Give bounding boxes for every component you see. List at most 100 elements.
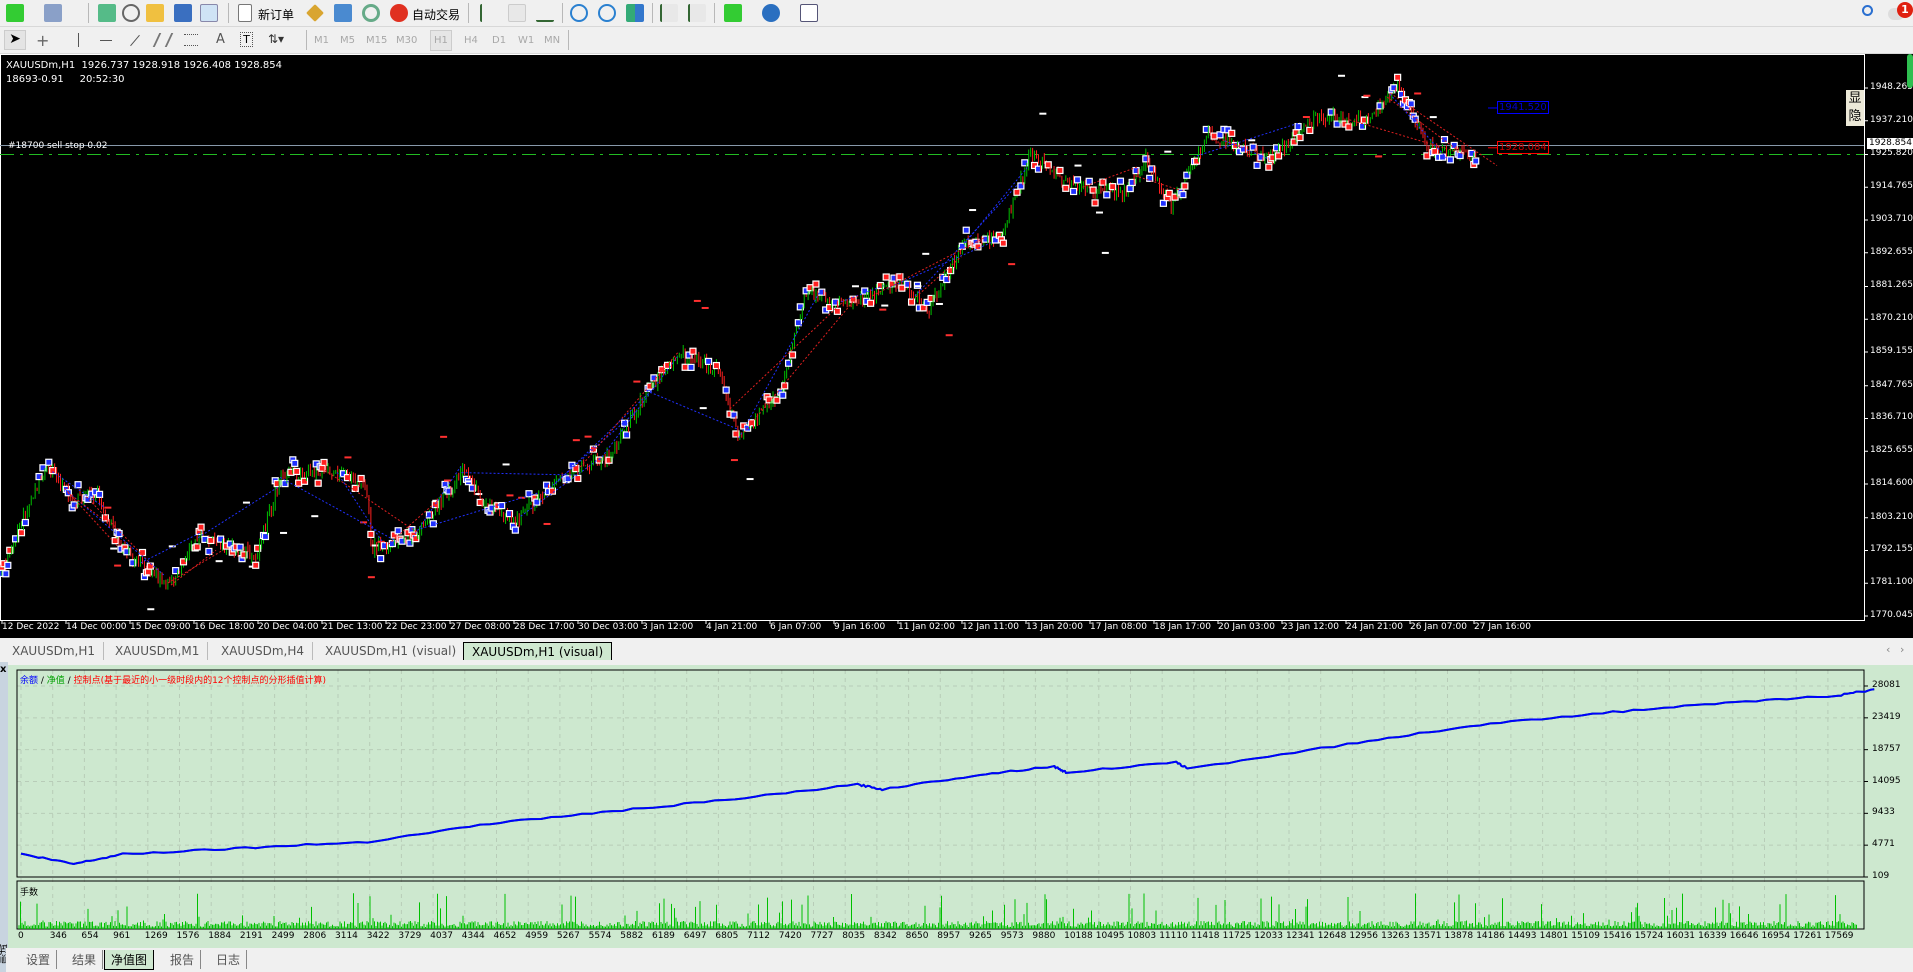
- terminal-icon[interactable]: [174, 4, 192, 22]
- timeframe-m5[interactable]: M5: [340, 35, 355, 46]
- time-axis-label: 27 Jan 16:00: [1474, 622, 1531, 632]
- text-icon[interactable]: A: [216, 32, 225, 47]
- timeframe-mn[interactable]: MN: [544, 35, 560, 46]
- equidistant-channel-icon[interactable]: [152, 33, 174, 47]
- timeframe-h4[interactable]: H4: [464, 35, 478, 46]
- price-chart[interactable]: XAUUSDm,H1 1926.737 1928.918 1926.408 19…: [0, 54, 1913, 638]
- vps-icon[interactable]: [334, 4, 352, 22]
- equity-x-label: 8342: [873, 931, 897, 941]
- pending-order-mark: [1248, 139, 1256, 142]
- new-chart-icon[interactable]: [6, 4, 24, 22]
- pending-order-mark: [440, 435, 448, 438]
- time-axis-label: 13 Jan 20:00: [1026, 622, 1083, 632]
- bar-chart-icon[interactable]: [480, 4, 498, 22]
- show-button[interactable]: 显: [1846, 90, 1864, 108]
- timeframe-m15[interactable]: M15: [366, 35, 387, 46]
- equity-x-label: 7727: [810, 931, 834, 941]
- buy-marker: [794, 319, 802, 327]
- tab-equity-graph[interactable]: 净值图: [104, 950, 155, 970]
- text-label-icon[interactable]: T: [240, 32, 253, 47]
- equity-x-label: 2806: [303, 931, 327, 941]
- tab-xauusdm-h4[interactable]: XAUUSDm,H4: [213, 642, 314, 660]
- new-order-button[interactable]: 新订单: [258, 6, 294, 23]
- zoom-out-icon[interactable]: [598, 4, 616, 22]
- line-chart-icon[interactable]: [536, 4, 554, 22]
- new-order-icon[interactable]: [238, 4, 252, 22]
- tab-xauusdm-h1-visual-active[interactable]: XAUUSDm,H1 (visual): [463, 642, 613, 660]
- auto-trading-button[interactable]: 自动交易: [412, 6, 460, 23]
- trade-line: [461, 472, 576, 476]
- pending-order-mark: [110, 547, 118, 550]
- tab-xauusdm-m1[interactable]: XAUUSDm,M1: [107, 642, 209, 660]
- indicators-icon[interactable]: [724, 4, 742, 22]
- market-watch-icon[interactable]: [98, 4, 116, 22]
- timeframe-m1[interactable]: M1: [314, 35, 329, 46]
- templates-icon[interactable]: [800, 4, 818, 22]
- metaeditor-icon[interactable]: [306, 4, 324, 22]
- tabs-scroll-left-icon[interactable]: ‹: [1886, 643, 1890, 656]
- tile-windows-icon[interactable]: [626, 4, 644, 22]
- time-axis-label: 30 Dec 03:00: [578, 622, 639, 632]
- pending-order-mark: [851, 285, 859, 288]
- sell-marker: [314, 479, 322, 487]
- pending-order-mark: [215, 560, 223, 563]
- chart-scrollbar[interactable]: [1907, 54, 1913, 88]
- horizontal-line-icon[interactable]: [100, 40, 112, 41]
- strategy-tester-icon[interactable]: [200, 4, 218, 22]
- pending-order-mark: [1363, 94, 1371, 97]
- fibonacci-icon[interactable]: [184, 34, 198, 46]
- sell-marker: [252, 561, 260, 569]
- periods-icon[interactable]: [762, 4, 780, 22]
- equity-x-label: 10495: [1095, 931, 1125, 941]
- tab-results[interactable]: 结果: [66, 950, 104, 969]
- buy-marker: [1116, 177, 1125, 185]
- zoom-in-icon[interactable]: [570, 4, 588, 22]
- tab-report[interactable]: 报告: [164, 950, 202, 969]
- auto-trading-icon[interactable]: [390, 4, 408, 22]
- timeframe-d1[interactable]: D1: [492, 35, 506, 46]
- buy-marker: [1438, 153, 1447, 161]
- hide-button[interactable]: 隐: [1846, 108, 1864, 126]
- legend-control: 控制点(基于最近的小一级时段内的12个控制点的分形插值计算): [73, 676, 327, 686]
- candlestick-chart-icon[interactable]: [508, 4, 526, 22]
- tab-xauusdm-h1-visual[interactable]: XAUUSDm,H1 (visual): [317, 642, 466, 660]
- equity-x-label: 0: [18, 931, 24, 941]
- tabs-scroll-right-icon[interactable]: ›: [1900, 643, 1904, 656]
- tab-xauusdm-h1[interactable]: XAUUSDm,H1: [4, 642, 105, 660]
- equity-x-label: 1269: [144, 931, 168, 941]
- equity-x-label: 961: [113, 931, 131, 941]
- signals-icon[interactable]: [362, 4, 380, 22]
- equity-x-label: 7112: [747, 931, 770, 941]
- price-chart-canvas[interactable]: [0, 54, 1913, 638]
- timeframe-w1[interactable]: W1: [518, 35, 534, 46]
- pending-order-mark: [1164, 150, 1172, 153]
- equity-x-label: 346: [49, 931, 67, 941]
- buy-marker: [622, 431, 631, 439]
- time-axis-label: 12 Dec 2022: [2, 622, 60, 632]
- tab-settings[interactable]: 设置: [20, 950, 58, 969]
- auto-scroll-icon[interactable]: [660, 4, 678, 22]
- time-axis-label: 18 Jan 17:00: [1154, 622, 1211, 632]
- sell-marker: [1210, 132, 1218, 140]
- arrows-icon[interactable]: ⇅▾: [268, 32, 284, 46]
- price-axis-label: 1836.710: [1870, 412, 1913, 423]
- navigator-icon[interactable]: [146, 4, 164, 22]
- pending-order-mark: [371, 544, 379, 547]
- chart-shift-icon[interactable]: [688, 4, 706, 22]
- vertical-line-icon[interactable]: [78, 33, 79, 47]
- crosshair-icon[interactable]: +: [36, 31, 49, 50]
- notification-badge[interactable]: 1: [1897, 2, 1913, 18]
- trendline-icon[interactable]: [130, 34, 140, 47]
- close-icon[interactable]: x: [0, 664, 6, 675]
- cursor-icon[interactable]: ➤: [4, 30, 26, 50]
- buy-marker: [1069, 187, 1078, 196]
- crosshair-data-icon[interactable]: [122, 4, 140, 22]
- equity-x-label: 13571: [1412, 931, 1442, 941]
- tab-journal[interactable]: 日志: [210, 950, 248, 969]
- timeframe-h1[interactable]: H1: [430, 30, 452, 51]
- lots-label: 手数: [20, 888, 39, 898]
- profiles-icon[interactable]: [44, 4, 62, 22]
- timeframe-m30[interactable]: M30: [396, 35, 417, 46]
- order-label[interactable]: #18700 sell stop 0.02: [8, 141, 107, 151]
- search-icon[interactable]: [1862, 5, 1873, 16]
